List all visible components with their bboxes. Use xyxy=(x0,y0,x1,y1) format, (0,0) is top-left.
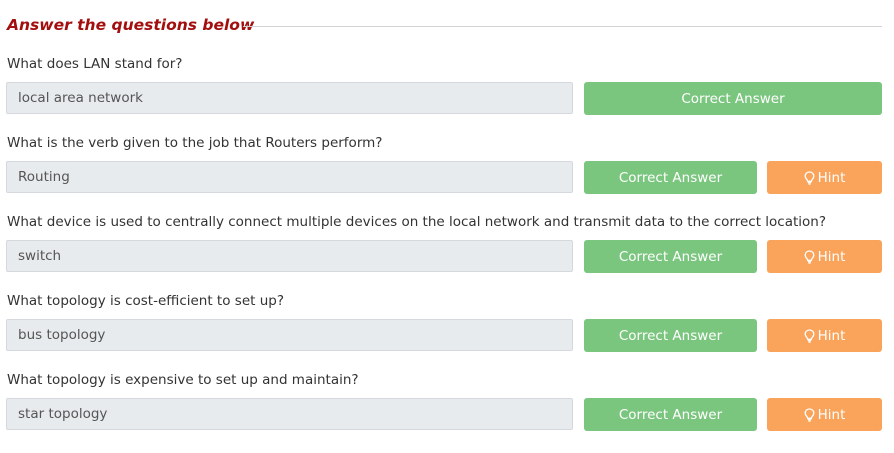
answer-field[interactable] xyxy=(6,82,573,114)
question-text: What does LAN stand for? xyxy=(7,56,183,72)
header-divider xyxy=(243,26,882,27)
hint-label: Hint xyxy=(817,327,846,344)
hint-button[interactable]: Hint xyxy=(767,398,882,431)
question-block-1: What does LAN stand for? Correct Answer xyxy=(0,56,894,135)
correct-answer-label: Correct Answer xyxy=(681,90,785,107)
correct-answer-button[interactable]: Correct Answer xyxy=(584,319,757,352)
answer-field[interactable] xyxy=(6,319,573,351)
hint-label: Hint xyxy=(817,248,846,265)
correct-answer-label: Correct Answer xyxy=(618,406,723,423)
correct-answer-label: Correct Answer xyxy=(618,327,723,344)
correct-answer-label: Correct Answer xyxy=(618,169,723,186)
correct-answer-button[interactable]: Correct Answer xyxy=(584,240,757,273)
lightbulb-icon xyxy=(804,407,815,422)
hint-button[interactable]: Hint xyxy=(767,161,882,194)
lightbulb-icon xyxy=(804,249,815,264)
answer-field[interactable] xyxy=(6,240,573,272)
answer-field[interactable] xyxy=(6,398,573,430)
hint-label: Hint xyxy=(817,406,846,423)
section-title: Answer the questions below xyxy=(7,16,255,34)
question-block-4: What topology is cost-efficient to set u… xyxy=(0,293,894,372)
question-text: What topology is cost-efficient to set u… xyxy=(7,293,284,309)
question-text: What is the verb given to the job that R… xyxy=(7,135,383,151)
lightbulb-icon xyxy=(804,328,815,343)
section-header: Answer the questions below xyxy=(0,0,894,52)
question-text: What device is used to centrally connect… xyxy=(7,214,827,230)
correct-answer-button[interactable]: Correct Answer xyxy=(584,82,882,115)
question-block-3: What device is used to centrally connect… xyxy=(0,214,894,293)
hint-button[interactable]: Hint xyxy=(767,319,882,352)
correct-answer-label: Correct Answer xyxy=(618,248,723,265)
lightbulb-icon xyxy=(804,170,815,185)
question-block-2: What is the verb given to the job that R… xyxy=(0,135,894,214)
answer-field[interactable] xyxy=(6,161,573,193)
question-text: What topology is expensive to set up and… xyxy=(7,372,359,388)
correct-answer-button[interactable]: Correct Answer xyxy=(584,398,757,431)
question-block-5: What topology is expensive to set up and… xyxy=(0,372,894,451)
hint-label: Hint xyxy=(817,169,846,186)
hint-button[interactable]: Hint xyxy=(767,240,882,273)
correct-answer-button[interactable]: Correct Answer xyxy=(584,161,757,194)
